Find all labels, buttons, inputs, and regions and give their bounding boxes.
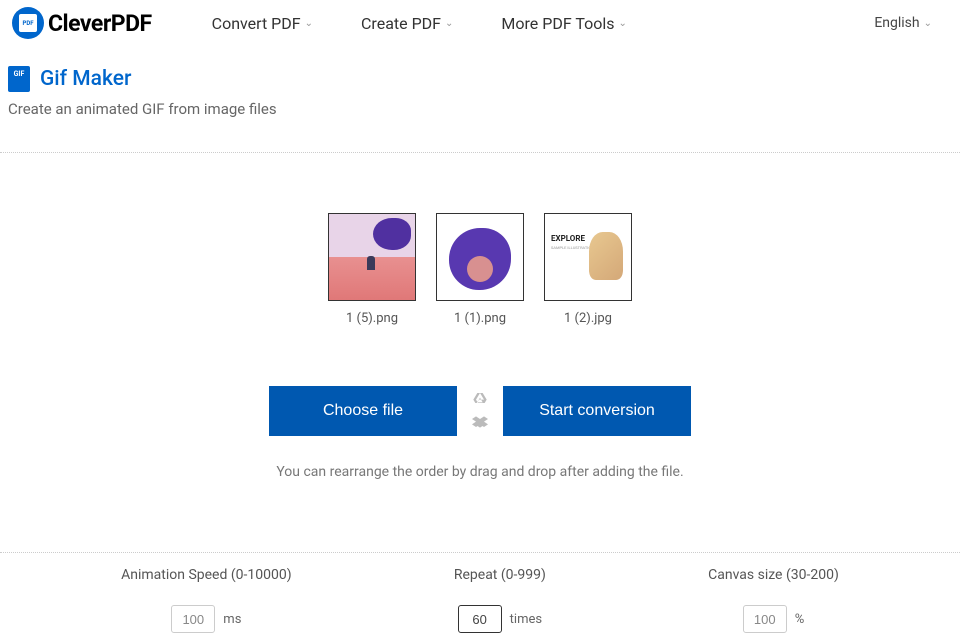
logo[interactable]: CleverPDF <box>12 7 152 39</box>
setting-repeat: Repeat (0-999) times <box>454 567 546 633</box>
canvas-size-input[interactable] <box>743 605 787 633</box>
setting-label: Repeat (0-999) <box>454 567 546 583</box>
main-content: 1 (5).png 1 (1).png EXPLORE SAMPLE ILLUS… <box>0 153 960 520</box>
page-title: Gif Maker <box>40 67 131 91</box>
thumbnail-filename: 1 (5).png <box>346 311 398 326</box>
logo-icon <box>12 7 44 39</box>
setting-unit: times <box>510 612 542 627</box>
google-drive-icon[interactable] <box>471 391 489 407</box>
thumbnail-image: EXPLORE SAMPLE ILLUSTRATION <box>544 213 632 301</box>
lang-label: English <box>874 15 919 31</box>
page-subtitle: Create an animated GIF from image files <box>8 100 952 118</box>
thumbnail-item[interactable]: EXPLORE SAMPLE ILLUSTRATION 1 (2).jpg <box>544 213 632 326</box>
setting-input-group: ms <box>171 605 241 633</box>
setting-label: Canvas size (30-200) <box>708 567 839 583</box>
chevron-down-icon: ⌄ <box>305 18 313 29</box>
speed-input[interactable] <box>171 605 215 633</box>
repeat-input[interactable] <box>458 605 502 633</box>
action-buttons: Choose file Start conversion <box>0 386 960 436</box>
nav-create-pdf[interactable]: Create PDF ⌄ <box>361 14 453 33</box>
setting-animation-speed: Animation Speed (0-10000) ms <box>121 567 291 633</box>
setting-unit: % <box>795 612 805 627</box>
thumbnail-item[interactable]: 1 (5).png <box>328 213 416 326</box>
thumb3-subtext: SAMPLE ILLUSTRATION <box>551 245 625 250</box>
header: CleverPDF Convert PDF ⌄ Create PDF ⌄ Mor… <box>0 0 960 46</box>
start-conversion-button[interactable]: Start conversion <box>503 386 691 436</box>
thumbnail-image <box>436 213 524 301</box>
chevron-down-icon: ⌄ <box>924 18 932 29</box>
thumbnail-filename: 1 (1).png <box>454 311 506 326</box>
page-title-row: Gif Maker <box>8 66 952 92</box>
nav-more-tools[interactable]: More PDF Tools ⌄ <box>501 14 626 33</box>
gif-file-icon <box>8 66 30 92</box>
nav-label: More PDF Tools <box>501 14 614 33</box>
thumbnail-list: 1 (5).png 1 (1).png EXPLORE SAMPLE ILLUS… <box>0 213 960 326</box>
language-selector[interactable]: English ⌄ <box>874 15 932 31</box>
logo-text: CleverPDF <box>48 10 152 37</box>
cloud-upload-icons <box>471 391 489 431</box>
setting-unit: ms <box>223 612 241 627</box>
drag-drop-hint: You can rearrange the order by drag and … <box>0 464 960 480</box>
nav-label: Convert PDF <box>212 14 301 33</box>
thumbnail-image <box>328 213 416 301</box>
thumbnail-filename: 1 (2).jpg <box>564 311 612 326</box>
setting-label: Animation Speed (0-10000) <box>121 567 291 583</box>
choose-file-button[interactable]: Choose file <box>269 386 457 436</box>
setting-canvas-size: Canvas size (30-200) % <box>708 567 839 633</box>
thumbnail-item[interactable]: 1 (1).png <box>436 213 524 326</box>
nav-convert-pdf[interactable]: Convert PDF ⌄ <box>212 14 313 33</box>
settings-row: Animation Speed (0-10000) ms Repeat (0-9… <box>0 553 960 633</box>
dropbox-icon[interactable] <box>471 415 489 431</box>
thumb3-heading: EXPLORE <box>551 234 625 243</box>
chevron-down-icon: ⌄ <box>619 18 627 29</box>
setting-input-group: % <box>743 605 805 633</box>
setting-input-group: times <box>458 605 542 633</box>
chevron-down-icon: ⌄ <box>445 18 453 29</box>
page-header: Gif Maker Create an animated GIF from im… <box>0 46 960 118</box>
nav-label: Create PDF <box>361 14 441 33</box>
main-nav: Convert PDF ⌄ Create PDF ⌄ More PDF Tool… <box>212 14 627 33</box>
